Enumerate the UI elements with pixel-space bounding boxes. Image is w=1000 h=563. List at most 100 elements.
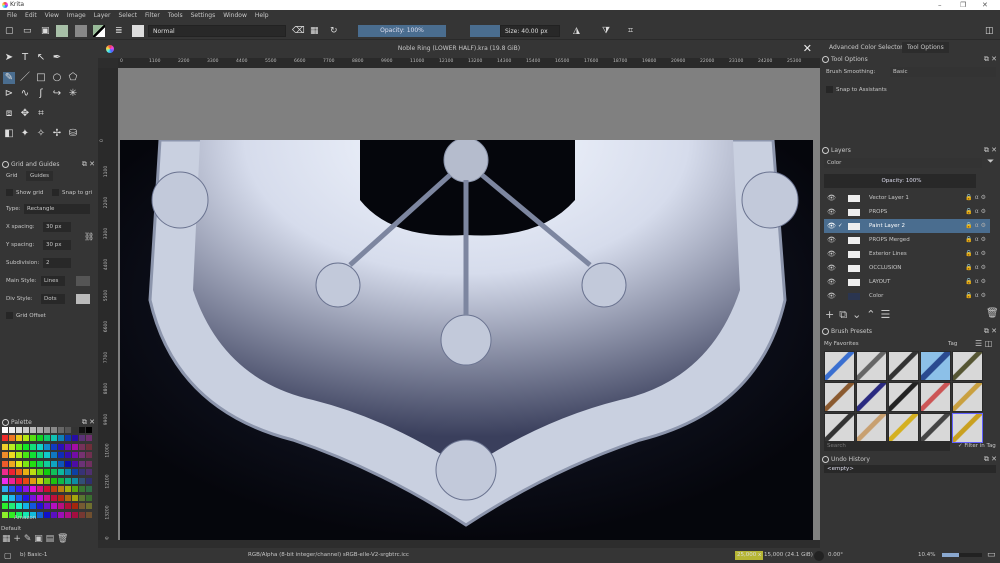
palette-swatch[interactable] xyxy=(2,486,8,493)
palette-swatch[interactable] xyxy=(9,486,15,493)
palette-swatch[interactable] xyxy=(51,427,57,433)
layer-opacity-slider[interactable]: Opacity: 100% xyxy=(824,174,976,188)
palette-swatch[interactable] xyxy=(72,443,78,450)
filter-icon[interactable]: ⏷ xyxy=(987,157,994,167)
minimize-button[interactable]: – xyxy=(938,0,942,10)
palette-swatch[interactable] xyxy=(37,511,43,518)
palette-swatch[interactable] xyxy=(58,469,64,476)
opacity-slider[interactable]: Opacity: 100% xyxy=(358,25,446,37)
brush-preset-tile[interactable] xyxy=(920,382,951,412)
layer-row[interactable]: 👁 ✓ Paint Layer 2 🔒 α ⚙ xyxy=(824,219,990,233)
palette-import-icon[interactable]: ▣ xyxy=(34,534,43,544)
layer-lock-alpha-icons[interactable]: 🔒 α ⚙ xyxy=(965,233,986,247)
palette-swatch[interactable] xyxy=(58,477,64,484)
wrap-around-icon[interactable]: ⌗ xyxy=(628,25,633,37)
fullscreen-icon[interactable]: ▭ xyxy=(987,548,996,563)
palette-swatch[interactable] xyxy=(2,503,8,510)
palette-swatch[interactable] xyxy=(72,460,78,467)
palette-swatch[interactable] xyxy=(9,435,15,442)
freehand-brush-tool-icon[interactable]: ✎ xyxy=(3,72,15,84)
dynamic-brush-tool-icon[interactable]: ↪ xyxy=(51,88,63,100)
palette-swatch[interactable] xyxy=(65,494,71,501)
palette-swatch[interactable] xyxy=(2,477,8,484)
palette-swatch[interactable] xyxy=(79,477,85,484)
brush-preset-tile[interactable] xyxy=(920,413,951,443)
palette-swatch[interactable] xyxy=(9,469,15,476)
layer-filter-select[interactable]: Color xyxy=(824,158,982,168)
palette-swatch[interactable] xyxy=(23,452,29,459)
palette-swatch[interactable] xyxy=(58,435,64,442)
palette-swatch[interactable] xyxy=(37,460,43,467)
add-swatch-icon[interactable]: + xyxy=(13,534,21,544)
palette-swatch[interactable] xyxy=(9,503,15,510)
palette-layout-icon[interactable]: ▤ xyxy=(46,534,55,544)
palette-swatch[interactable] xyxy=(23,460,29,467)
assistant-tool-icon[interactable]: ✢ xyxy=(51,128,63,140)
palette-swatch[interactable] xyxy=(2,494,8,501)
duplicate-layer-icon[interactable]: ⧉ xyxy=(839,308,852,321)
preset-view-icons[interactable]: ☰ ◫ xyxy=(975,339,992,349)
palette-swatch[interactable] xyxy=(58,443,64,450)
palette-swatch[interactable] xyxy=(44,486,50,493)
palette-swatch[interactable] xyxy=(30,435,36,442)
menu-select[interactable]: Select xyxy=(118,10,137,22)
palette-swatch[interactable] xyxy=(86,443,92,450)
palette-swatch[interactable] xyxy=(51,443,57,450)
menu-image[interactable]: Image xyxy=(67,10,86,22)
palette-swatch[interactable] xyxy=(65,511,71,518)
palette-swatch[interactable] xyxy=(23,469,29,476)
menu-layer[interactable]: Layer xyxy=(94,10,111,22)
brush-preset-tile[interactable] xyxy=(824,413,855,443)
snap-to-grid-checkbox[interactable]: Snap to gri xyxy=(52,188,92,198)
main-style-select[interactable]: Lines xyxy=(41,276,65,286)
palette-swatch[interactable] xyxy=(30,452,36,459)
palette-swatch[interactable] xyxy=(44,452,50,459)
palette-swatch[interactable] xyxy=(44,477,50,484)
palette-swatch[interactable] xyxy=(58,452,64,459)
layer-row[interactable]: 👁 PROPS 🔒 α ⚙ xyxy=(824,205,990,219)
palette-swatch[interactable] xyxy=(86,435,92,442)
palette-swatch[interactable] xyxy=(23,477,29,484)
palette-swatch[interactable] xyxy=(16,477,22,484)
main-color-button[interactable] xyxy=(76,276,90,286)
palette-swatch[interactable] xyxy=(16,460,22,467)
layer-lock-alpha-icons[interactable]: 🔒 α ⚙ xyxy=(965,205,986,219)
palette-swatch[interactable] xyxy=(37,503,43,510)
palette-swatch[interactable] xyxy=(30,477,36,484)
palette-swatch[interactable] xyxy=(44,511,50,518)
palette-swatch[interactable] xyxy=(65,460,71,467)
palette-swatch[interactable] xyxy=(51,486,57,493)
new-document-icon[interactable]: ▢ xyxy=(5,25,14,37)
visibility-eye-icon[interactable]: 👁 xyxy=(827,247,836,261)
palette-swatch[interactable] xyxy=(37,427,43,433)
x-spacing-input[interactable]: 30 px xyxy=(43,222,71,232)
size-slider-fill[interactable] xyxy=(470,25,500,37)
brush-preset-tile[interactable] xyxy=(856,382,887,412)
subdivision-input[interactable]: 2 xyxy=(43,258,71,268)
palette-swatch[interactable] xyxy=(58,494,64,501)
line-tool-icon[interactable]: ／ xyxy=(19,72,31,84)
palette-grid[interactable] xyxy=(2,427,92,519)
palette-select-icon[interactable]: ▦ xyxy=(2,534,11,544)
menu-help[interactable]: Help xyxy=(255,10,269,22)
layer-lock-alpha-icons[interactable]: 🔒 α ⚙ xyxy=(965,191,986,205)
palette-swatch[interactable] xyxy=(23,486,29,493)
palette-swatch[interactable] xyxy=(79,486,85,493)
tag-select[interactable]: My Favorites xyxy=(824,339,859,349)
palette-swatch[interactable] xyxy=(86,460,92,467)
palette-swatch[interactable] xyxy=(72,469,78,476)
palette-swatch[interactable] xyxy=(37,452,43,459)
fill-tool-icon[interactable]: ⛁ xyxy=(67,128,79,140)
palette-swatch[interactable] xyxy=(51,452,57,459)
palette-swatch[interactable] xyxy=(9,460,15,467)
docker-float-close-icon[interactable]: ⧉ ✕ xyxy=(984,326,997,337)
palette-swatch[interactable] xyxy=(86,452,92,459)
add-layer-icon[interactable]: + xyxy=(825,308,839,321)
grid-type-select[interactable]: Rectangle xyxy=(24,204,90,214)
visibility-eye-icon[interactable]: 👁 xyxy=(827,191,836,205)
layer-row[interactable]: 👁 LAYOUT 🔒 α ⚙ xyxy=(824,275,990,289)
layer-lock-alpha-icons[interactable]: 🔒 α ⚙ xyxy=(965,247,986,261)
palette-swatch[interactable] xyxy=(23,503,29,510)
gradient-swatch[interactable] xyxy=(56,25,68,37)
menu-settings[interactable]: Settings xyxy=(191,10,216,22)
